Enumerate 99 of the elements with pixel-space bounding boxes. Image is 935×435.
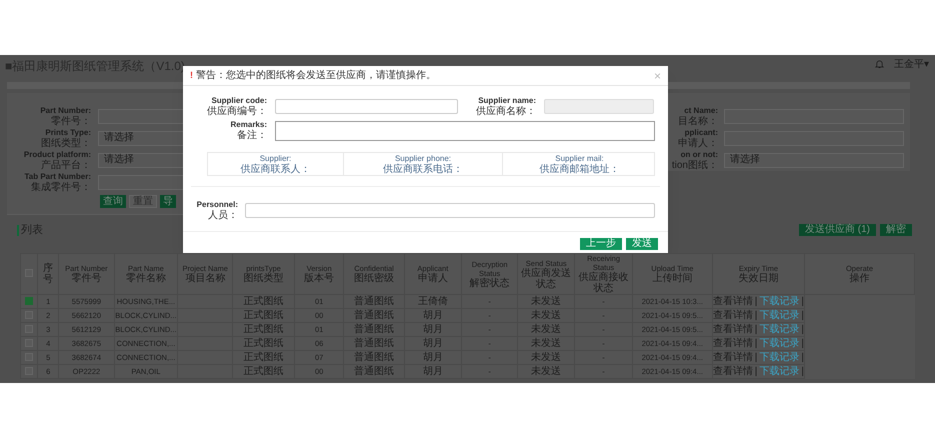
column-header: 零件名称	[126, 273, 166, 284]
field-label: Tab Part Number:	[24, 172, 91, 182]
checkbox[interactable]	[25, 296, 34, 305]
separator: |	[801, 338, 804, 348]
table-cell: 胡月	[422, 338, 443, 348]
filter-button[interactable]: 导	[160, 195, 176, 208]
table-cell: 胡月	[422, 324, 443, 334]
separator: |	[801, 324, 804, 334]
select-field[interactable]: 请选择	[724, 152, 904, 168]
list-button[interactable]: 发送供应商 (1)	[799, 224, 876, 236]
table-cell: 正式图纸	[243, 296, 284, 306]
field-label: Prints Type:	[45, 128, 91, 138]
field-label: Remarks:	[230, 120, 267, 130]
separator: |	[801, 310, 804, 320]
field-label: Personnel:	[196, 200, 238, 210]
separator: |	[801, 296, 804, 306]
download-log-link[interactable]: 下载记录	[759, 352, 800, 362]
table-cell: 未发送	[531, 338, 562, 348]
table-cell: 未发送	[531, 352, 562, 362]
table-cell: 未发送	[531, 296, 562, 306]
field-label: 供应商编号：	[207, 106, 267, 117]
column-header: 图纸密级	[354, 273, 394, 284]
personnel-field[interactable]	[245, 203, 655, 218]
contact-label: 供应商联系电话：	[383, 164, 463, 174]
close-icon[interactable]: ×	[654, 70, 661, 82]
separator: |	[754, 296, 758, 306]
select-field[interactable]: 请选择	[98, 152, 183, 168]
field-label: Supplier code:	[211, 96, 267, 106]
table-cell: 正式图纸	[243, 366, 284, 376]
field-label: 目名称：	[678, 116, 718, 126]
separator: |	[754, 366, 758, 376]
checkbox[interactable]	[25, 366, 34, 375]
field-label: 供应商名称：	[476, 106, 536, 117]
field-label: Part Number:	[40, 106, 91, 116]
field-label: 备注：	[237, 130, 267, 141]
list-button[interactable]: 解密	[880, 224, 912, 236]
table-cell: 未发送	[531, 310, 562, 320]
contact-label: Supplier phone:	[394, 154, 452, 164]
input-field[interactable]	[98, 174, 183, 190]
warning-text: 警告：您选中的图纸将会发送至供应商，请谨慎操作。	[196, 70, 436, 80]
column-header: 供应商发送状态	[520, 268, 572, 290]
remarks-field[interactable]	[275, 120, 655, 140]
input-field[interactable]	[98, 108, 183, 124]
warning-icon: !	[190, 68, 193, 82]
field-label: 集成零件号：	[31, 182, 91, 192]
column-header: 图纸类型	[243, 273, 284, 284]
table-cell: 正式图纸	[243, 310, 284, 320]
filter-button[interactable]: 查询	[100, 195, 126, 208]
field-label: Supplier name:	[478, 96, 536, 106]
table-cell: 未发送	[531, 324, 562, 334]
column-header: 上传时间	[652, 273, 692, 284]
field-label: pplicant:	[684, 128, 718, 138]
column-header: 失效日期	[738, 273, 778, 284]
column-header: 版本号	[304, 273, 334, 284]
separator: |	[754, 324, 758, 334]
bell-icon[interactable]	[875, 59, 884, 69]
select-field[interactable]: 请选择	[98, 130, 183, 146]
field-label: tion图纸：	[672, 160, 718, 170]
modal-button[interactable]: 发送	[626, 238, 658, 250]
field-label: 零件号：	[51, 116, 91, 126]
table-cell: 胡月	[422, 310, 443, 320]
contact-label: Supplier mail:	[555, 154, 604, 164]
column-header: 供应商接收状态	[578, 272, 630, 294]
contact-label: 供应商联系人：	[240, 164, 310, 174]
column-header: 项目名称	[185, 273, 226, 284]
field-label: on or not:	[680, 150, 718, 160]
table-cell: 正式图纸	[243, 338, 284, 348]
table-cell: 王倚倚	[418, 296, 448, 306]
column-header: 零件号	[71, 273, 102, 284]
field-label: ct Name:	[684, 106, 718, 116]
column-header: 操作	[850, 273, 870, 284]
column-header: 序号	[42, 263, 54, 285]
separator: |	[801, 366, 804, 376]
separator: |	[754, 352, 758, 362]
download-log-link[interactable]: 下载记录	[759, 366, 800, 376]
table-cell: 未发送	[531, 366, 562, 376]
download-log-link[interactable]: 下载记录	[759, 338, 800, 348]
separator: |	[754, 310, 758, 320]
checkbox[interactable]	[25, 324, 34, 333]
modal-button[interactable]: 上一步	[580, 238, 622, 250]
table-cell: 胡月	[422, 352, 443, 362]
checkbox[interactable]	[25, 352, 34, 361]
field-label: 人员：	[208, 210, 238, 221]
separator: |	[801, 352, 804, 362]
separator: |	[754, 338, 758, 348]
field-label: 图纸类型：	[41, 138, 91, 148]
field-label: Product platform:	[24, 150, 91, 160]
table-cell: 正式图纸	[243, 324, 284, 334]
download-log-link[interactable]: 下载记录	[759, 296, 800, 306]
column-header: 解密状态	[470, 278, 510, 288]
contact-label: 供应商邮箱地址：	[540, 164, 620, 174]
field-label: 产品平台：	[41, 160, 91, 170]
download-log-link[interactable]: 下载记录	[759, 324, 800, 334]
contact-label: Supplier:	[260, 154, 292, 164]
checkbox[interactable]	[25, 338, 34, 347]
download-log-link[interactable]: 下载记录	[759, 310, 800, 320]
checkbox[interactable]	[25, 310, 34, 319]
table-cell: 正式图纸	[243, 352, 284, 362]
table-cell: 胡月	[422, 366, 443, 376]
